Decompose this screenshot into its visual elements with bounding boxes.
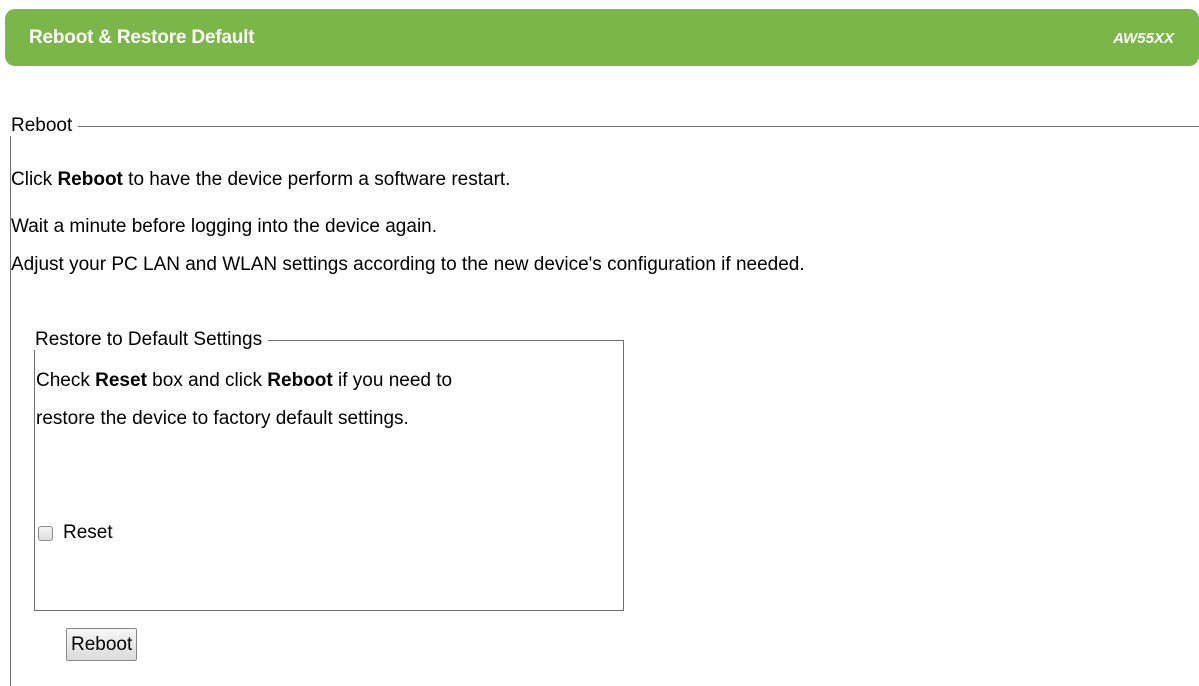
reset-checkbox-row[interactable]: Reset — [38, 522, 113, 544]
reboot-button[interactable]: Reboot — [66, 628, 138, 661]
restore-line1-bold-reset: Reset — [95, 370, 147, 391]
reset-checkbox[interactable] — [38, 525, 53, 541]
restore-line1-prefix: Check — [36, 370, 96, 391]
reboot-line1-prefix: Click — [11, 169, 58, 190]
reboot-line1-suffix: to have the device perform a software re… — [122, 169, 511, 190]
reboot-line1-bold: Reboot — [57, 169, 123, 190]
restore-instruction-line2: restore the device to factory default se… — [36, 408, 409, 429]
device-model: AW55XX — [1113, 30, 1174, 47]
page-title: Reboot & Restore Default — [29, 27, 255, 48]
reset-checkbox-label: Reset — [63, 522, 113, 543]
reboot-legend: Reboot — [11, 115, 73, 136]
restore-line1-mid: box and click — [146, 370, 268, 391]
restore-line1-suffix: if you need to — [332, 370, 453, 391]
reboot-instruction-line2: Wait a minute before logging into the de… — [11, 216, 438, 237]
restore-instruction-line1: Check Reset box and click Reboot if you … — [36, 370, 452, 392]
reboot-instruction-line3: Adjust your PC LAN and WLAN settings acc… — [11, 254, 805, 275]
restore-legend: Restore to Default Settings — [35, 329, 263, 350]
restore-line1-bold-reboot: Reboot — [267, 370, 333, 391]
header-bar: Reboot & Restore Default AW55XX — [5, 9, 1199, 66]
reboot-instruction-line1: Click Reboot to have the device perform … — [11, 169, 510, 191]
